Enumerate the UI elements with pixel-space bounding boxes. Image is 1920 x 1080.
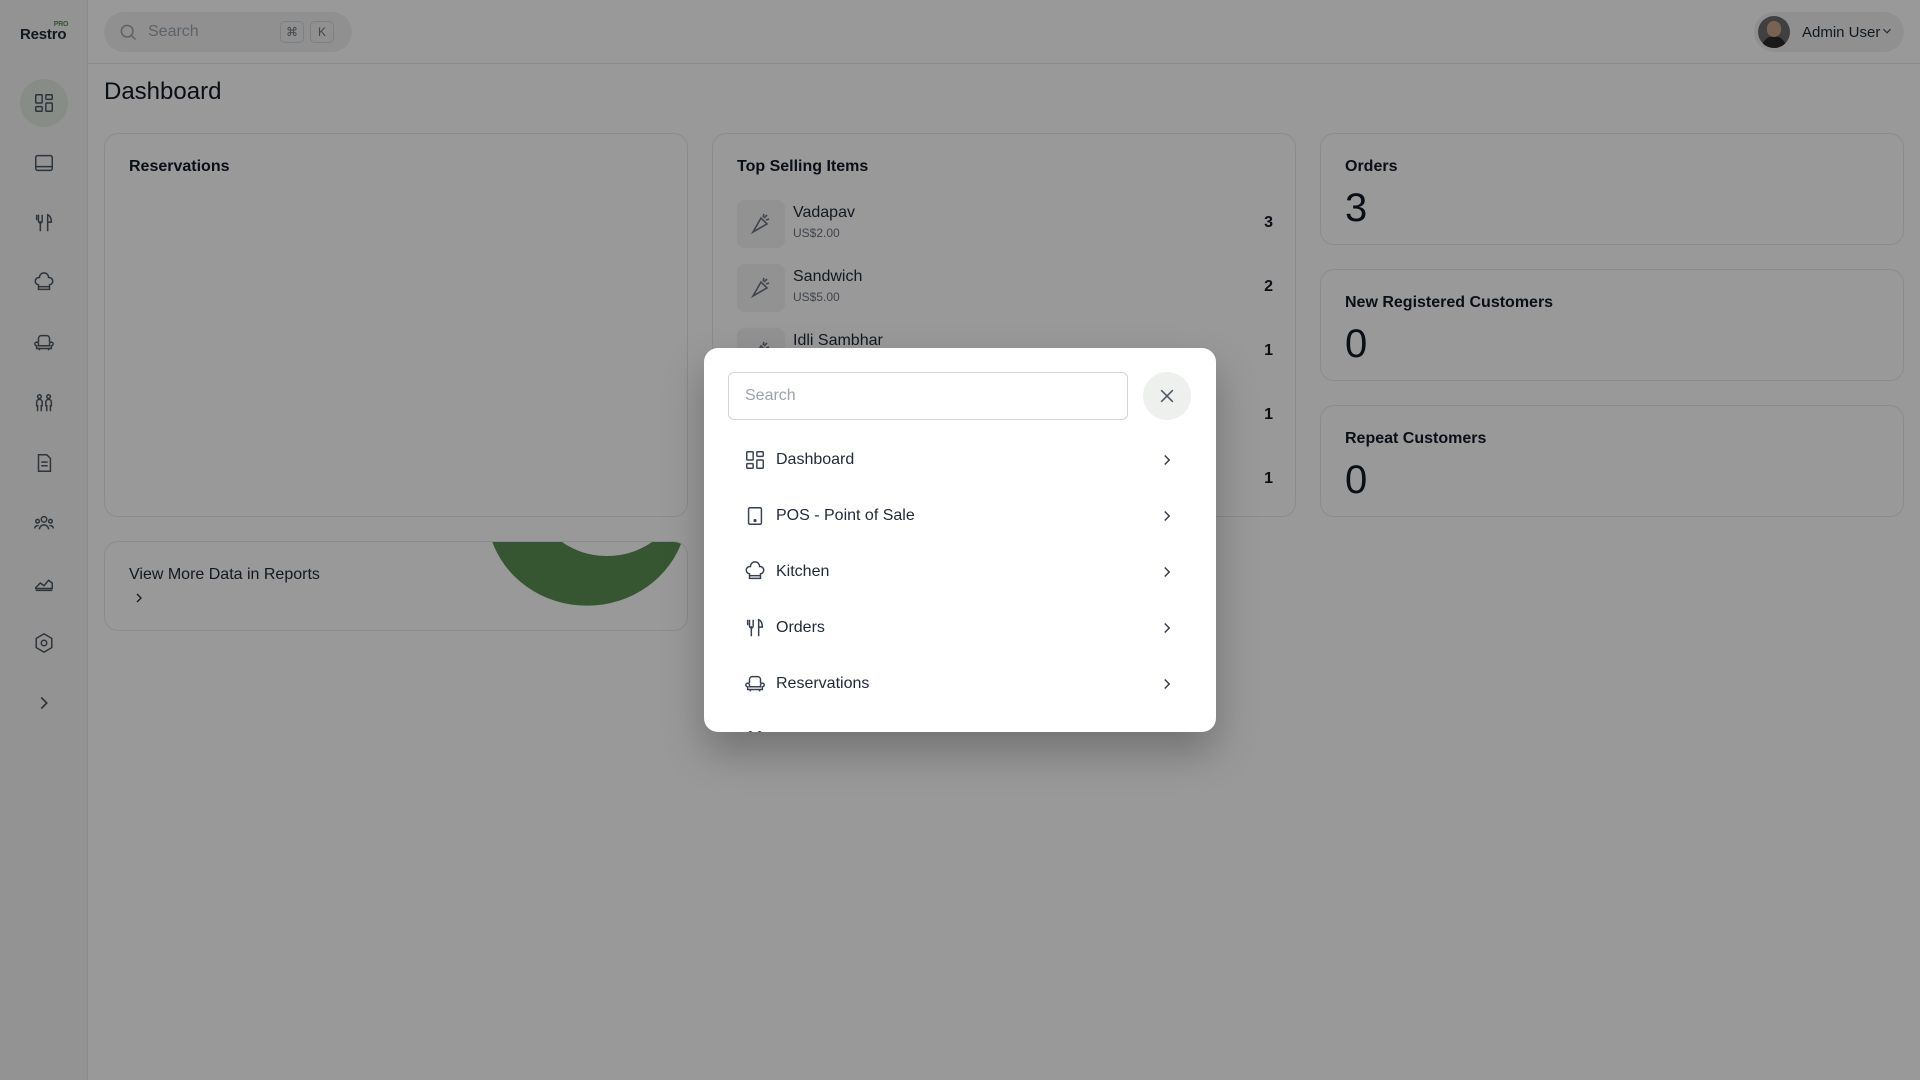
chevron-right-icon	[1164, 622, 1171, 634]
orders-icon	[746, 618, 764, 637]
chevron-right-icon	[1164, 454, 1171, 466]
users-icon	[748, 731, 762, 732]
pos-icon	[747, 507, 763, 525]
menu-item-label: Orders	[776, 619, 825, 636]
chevron-right-icon	[1164, 566, 1171, 578]
menu-item-dashboard[interactable]: Dashboard	[728, 436, 1192, 484]
kitchen-icon	[745, 561, 765, 580]
chevron-right-icon	[1164, 510, 1171, 522]
reservations-icon	[745, 675, 765, 692]
menu-item-orders[interactable]: Orders	[728, 604, 1192, 652]
menu-item-label: Kitchen	[776, 563, 830, 580]
menu-item-label: Reservations	[776, 675, 870, 692]
dashboard-icon	[746, 451, 764, 469]
chevron-right-icon	[1164, 678, 1171, 690]
menu-item-pos[interactable]: POS - Point of Sale	[728, 492, 1192, 540]
close-button[interactable]	[1143, 372, 1191, 420]
command-palette: Dashboard POS - Point of Sale Kitchen Or…	[704, 348, 1216, 732]
menu-item-kitchen[interactable]: Kitchen	[728, 548, 1192, 596]
menu-item-partial[interactable]	[728, 716, 1192, 732]
command-search-input[interactable]	[728, 372, 1128, 420]
menu-item-label: POS - Point of Sale	[776, 507, 915, 524]
menu-item-reservations[interactable]: Reservations	[728, 660, 1192, 708]
close-icon	[1160, 389, 1174, 403]
menu-item-label: Dashboard	[776, 451, 855, 468]
